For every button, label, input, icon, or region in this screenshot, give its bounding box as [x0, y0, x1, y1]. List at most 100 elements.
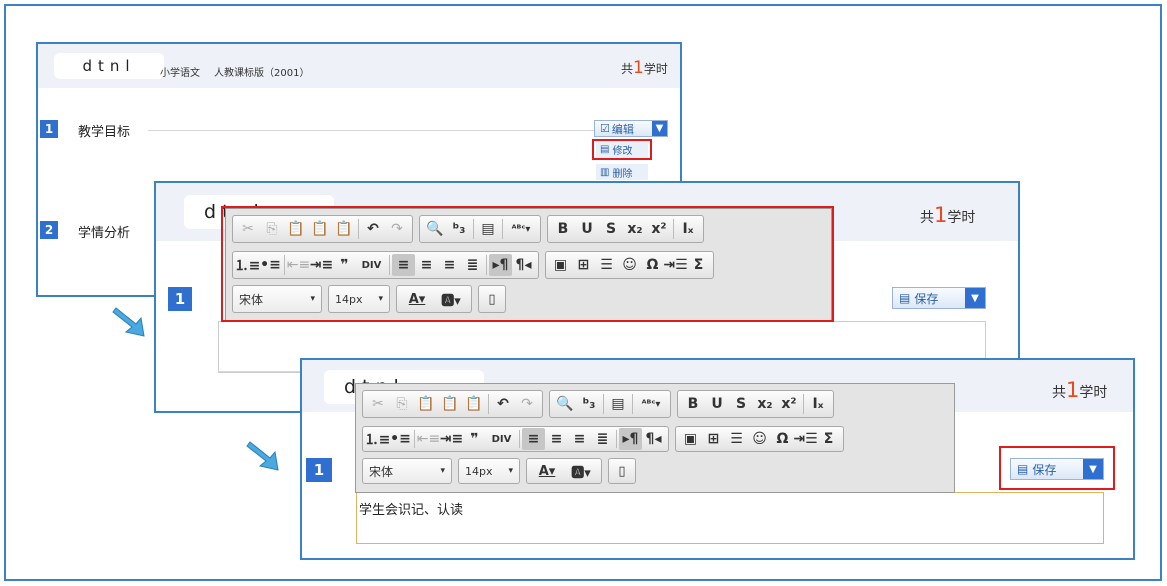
align-right-icon[interactable]: ≡ — [568, 428, 591, 450]
toolbar-group: ⒈≡ •≡ ⇤≡ ⇥≡ ❞ DIV ≡ ≡ ≡ ≣ ▸¶ ¶◂ — [362, 426, 669, 452]
font-family-select[interactable]: 宋体 ▾ — [362, 458, 452, 484]
color-group: A▾ 🅰▾ — [526, 458, 602, 484]
separator — [632, 394, 633, 414]
trash-icon: ▥ — [600, 166, 610, 178]
find-icon[interactable]: 🔍 — [553, 393, 577, 415]
omega-icon[interactable]: Ω — [771, 428, 794, 450]
total-suffix: 学时 — [947, 210, 976, 226]
total-count: 1 — [1066, 378, 1080, 402]
highlight-box — [999, 446, 1115, 490]
strike-icon[interactable]: S — [729, 393, 753, 415]
paste-icon[interactable]: 📋 — [414, 393, 438, 415]
total-suffix: 学时 — [643, 62, 668, 76]
separator — [488, 394, 489, 414]
step-arrow-icon — [246, 441, 279, 471]
smiley-icon[interactable]: ☺ — [748, 428, 771, 450]
justify-icon[interactable]: ≣ — [591, 428, 614, 450]
numbered-list-icon[interactable]: ⒈≡ — [365, 428, 391, 450]
image-icon[interactable]: ▣ — [679, 428, 702, 450]
separator — [803, 394, 804, 414]
highlight-box — [592, 139, 652, 160]
bold-icon[interactable]: B — [681, 393, 705, 415]
toolbar-group: 🔍 ᵇ₃ ▤ ᴬᴮᶜ▾ — [549, 390, 671, 418]
section-number: 2 — [40, 221, 58, 239]
toolbar-group: ▣ ⊞ ☰ ☺ Ω ⇥☰ Σ — [675, 426, 844, 452]
dropdown-arrow-icon[interactable]: ▼ — [965, 288, 985, 308]
paste-word-icon[interactable]: 📋 — [462, 393, 486, 415]
cut-icon[interactable]: ✂ — [366, 393, 390, 415]
ltr-icon[interactable]: ▸¶ — [619, 428, 642, 450]
paste-text-icon[interactable]: 📋 — [438, 393, 462, 415]
align-left-icon[interactable]: ≡ — [522, 428, 545, 450]
redo-icon[interactable]: ↷ — [515, 393, 539, 415]
step-arrow-icon — [112, 307, 145, 337]
total-count: 1 — [934, 203, 948, 227]
maximize-group: ▯ — [608, 458, 636, 484]
edit-icon: ☑ — [600, 122, 610, 135]
undo-icon[interactable]: ↶ — [491, 393, 515, 415]
editor-toolbar: ✂ ⎘ 📋 📋 📋 ↶ ↷ 🔍 ᵇ₃ ▤ ᴬᴮᶜ▾ B U Sx₂ x² Iₓ ⒈≡ •≡ ⇤≡ ⇥≡ ❞ DIV ≡ ≡ ≡… — [355, 383, 955, 493]
pagebreak-icon[interactable]: ⇥☰ — [793, 428, 817, 450]
toolbar-row-2: ⒈≡ •≡ ⇤≡ ⇥≡ ❞ DIV ≡ ≡ ≡ ≣ ▸¶ ¶◂ ▣ ⊞ ☰ ☺ Ω ⇥☰ Σ — [362, 426, 844, 452]
chevron-down-icon: ▾ — [440, 466, 445, 476]
section-number: 1 — [168, 287, 192, 311]
brand-logo: dtnl — [54, 53, 164, 79]
divider — [148, 130, 596, 131]
total-hours: 共 1 学时 — [1052, 378, 1107, 402]
indent-icon[interactable]: ⇥≡ — [440, 428, 463, 450]
delete-menu-item[interactable]: ▥ 删除 — [596, 164, 648, 180]
total-hours: 共 1 学时 — [920, 203, 975, 227]
total-prefix: 共 — [621, 62, 634, 76]
edition-label: 人教课标版（2001） — [214, 68, 310, 79]
outdent-icon[interactable]: ⇤≡ — [417, 428, 440, 450]
subscript-icon[interactable]: x₂ — [753, 393, 777, 415]
quote-icon[interactable]: ❞ — [463, 428, 486, 450]
save-button[interactable]: ▤ 保存 ▼ — [892, 287, 986, 309]
dropdown-arrow-icon[interactable]: ▼ — [652, 121, 667, 136]
font-family-value: 宋体 — [369, 464, 394, 479]
text-color-icon[interactable]: A▾ — [530, 464, 564, 479]
toolbar-group: ✂ ⎘ 📋 📋 📋 ↶ ↷ — [362, 390, 543, 418]
total-suffix: 学时 — [1079, 385, 1108, 401]
section-number: 1 — [40, 120, 58, 138]
edit-label: 编辑 — [611, 122, 634, 136]
separator — [519, 430, 520, 448]
section-title: 学情分析 — [78, 226, 131, 241]
edit-button[interactable]: ☑ 编辑 ▼ — [594, 120, 668, 137]
maximize-icon[interactable]: ▯ — [612, 464, 632, 479]
editor-content: 学生会识记、认读 — [359, 503, 464, 518]
replace-icon[interactable]: ᵇ₃ — [577, 393, 601, 415]
spellcheck-icon[interactable]: ᴬᴮᶜ▾ — [635, 393, 667, 415]
section-number: 1 — [306, 458, 332, 482]
save-label: 保存 — [914, 291, 939, 306]
font-size-select[interactable]: 14px ▾ — [458, 458, 520, 484]
select-all-icon[interactable]: ▤ — [606, 393, 630, 415]
section-title: 教学目标 — [78, 125, 131, 140]
sigma-icon[interactable]: Σ — [817, 428, 840, 450]
separator — [616, 430, 617, 448]
copy-icon[interactable]: ⎘ — [390, 393, 414, 415]
subject-label: 小学语文 — [160, 68, 200, 79]
hr-icon[interactable]: ☰ — [725, 428, 748, 450]
toolbar-group: B U Sx₂ x² Iₓ — [677, 390, 834, 418]
div-icon[interactable]: DIV — [486, 428, 517, 450]
total-prefix: 共 — [920, 210, 934, 226]
toolbar-row-1: ✂ ⎘ 📋 📋 📋 ↶ ↷ 🔍 ᵇ₃ ▤ ᴬᴮᶜ▾ B U Sx₂ x² Iₓ — [362, 390, 834, 418]
bg-color-icon[interactable]: 🅰▾ — [564, 462, 598, 481]
rtl-icon[interactable]: ¶◂ — [642, 428, 665, 450]
table-icon[interactable]: ⊞ — [702, 428, 725, 450]
remove-format-icon[interactable]: Iₓ — [806, 393, 830, 415]
total-prefix: 共 — [1052, 385, 1066, 401]
toolbar-row-3: 宋体 ▾ 14px ▾ A▾ 🅰▾ ▯ — [362, 458, 636, 484]
editor-area[interactable]: 学生会识记、认读 — [356, 492, 1104, 544]
underline-icon[interactable]: U — [705, 393, 729, 415]
align-center-icon[interactable]: ≡ — [545, 428, 568, 450]
superscript-icon[interactable]: x² — [777, 393, 801, 415]
chevron-down-icon: ▾ — [508, 466, 513, 476]
separator — [414, 430, 415, 448]
bullet-list-icon[interactable]: •≡ — [389, 428, 412, 450]
font-size-value: 14px — [465, 464, 493, 478]
total-hours: 共 1 学时 — [621, 58, 668, 78]
total-count: 1 — [633, 58, 644, 78]
delete-label: 删除 — [612, 168, 633, 180]
